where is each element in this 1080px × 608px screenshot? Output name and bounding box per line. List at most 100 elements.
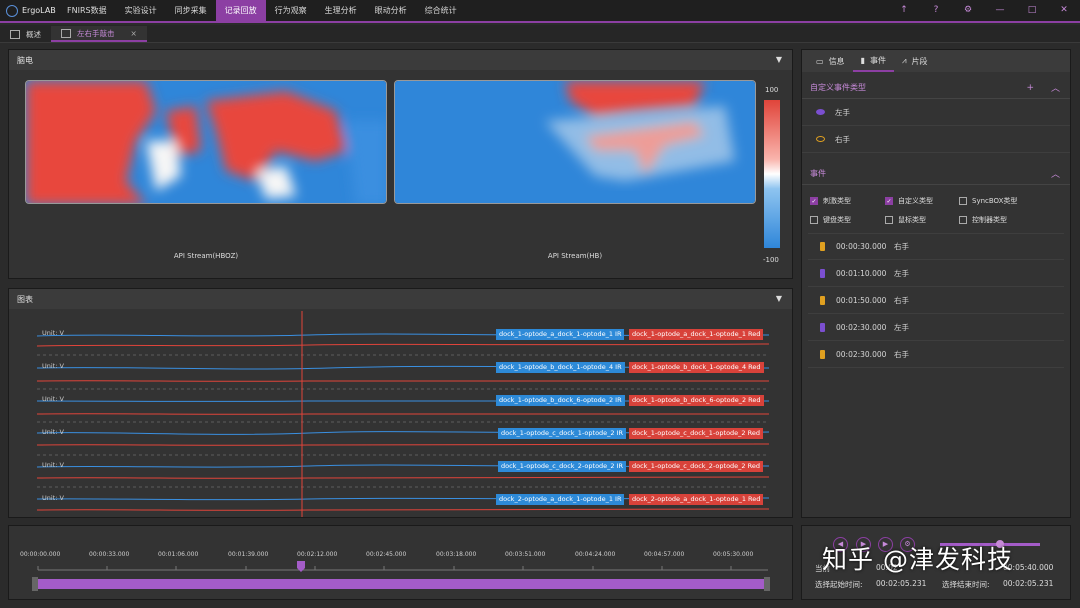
timeline-range-bar [36, 579, 766, 589]
event-marker-icon [820, 349, 825, 359]
add-icon[interactable]: + [1026, 83, 1034, 93]
checkbox-checked-icon[interactable]: ✓ [885, 197, 893, 205]
colorbar-max: 100 [765, 86, 779, 94]
selection-start-label: 选择起始时间: [815, 580, 863, 589]
series-label-ir: dock_1-optode_b_dock_1-optode_4 IR [496, 362, 625, 373]
menu-record-playback[interactable]: 记录回放 [215, 0, 266, 21]
filter-custom[interactable]: ✓ 自定义类型 [885, 196, 933, 206]
checkbox-icon[interactable] [959, 216, 967, 224]
settings-icon[interactable]: ⚙ [952, 0, 984, 21]
custom-type-left-hand[interactable]: 左手 [802, 99, 1070, 126]
monitor-icon: ▭ [816, 56, 824, 66]
filter-stimulus[interactable]: ✓ 刺激类型 [810, 196, 851, 206]
menu-physiology[interactable]: 生理分析 [316, 0, 366, 21]
event-row[interactable]: 00:00:30.000 右手 [808, 233, 1064, 260]
event-marker-icon [820, 322, 825, 332]
menu-behavior[interactable]: 行为观察 [266, 0, 316, 21]
filter-controller[interactable]: 控制器类型 [959, 215, 1007, 225]
custom-type-right-hand[interactable]: 右手 [802, 126, 1070, 153]
timeline-tick: 00:03:18.000 [436, 551, 477, 558]
colorbar-min: -100 [763, 256, 779, 264]
unit-label: Unit: V [42, 362, 64, 370]
series-label-ir: dock_1-optode_c_dock_2-optode_2 IR [498, 461, 627, 472]
event-marker-icon [820, 295, 825, 305]
menu-fnirs[interactable]: FNIRS数据 [58, 0, 116, 21]
heatmap-right-svg [395, 81, 755, 203]
unit-label: Unit: V [42, 461, 64, 469]
maximize-icon[interactable]: □ [1016, 0, 1048, 21]
events-header: 事件 ︿ [802, 163, 1070, 185]
watermark: 知乎 @津发科技 [822, 545, 1013, 574]
menu-sync-capture[interactable]: 同步采集 [166, 0, 216, 21]
event-label: 右手 [894, 349, 909, 359]
event-time: 00:00:30.000 [836, 242, 887, 251]
tab-overview[interactable]: 概述 [0, 26, 51, 42]
series-label-red: dock_1-optode_b_dock_1-optode_4 Red [629, 362, 764, 373]
series-label-red: dock_1-optode_a_dock_1-optode_1 Red [629, 329, 764, 340]
tab-info[interactable]: ▭ 信息 [808, 50, 853, 72]
range-handle-right [764, 577, 770, 591]
upload-icon[interactable]: ↑ [888, 0, 920, 21]
timeline-ruler [32, 561, 770, 591]
collapse-arrow-icon[interactable]: ▼ [776, 55, 782, 64]
close-icon[interactable]: ✕ [1048, 0, 1080, 21]
title-bar: ErgoLAB FNIRS数据 实验设计 同步采集 记录回放 行为观察 生理分析… [0, 0, 1080, 23]
menu-eye-tracking[interactable]: 眼动分析 [366, 0, 416, 21]
series-label-ir: dock_1-optode_c_dock_1-optode_2 IR [498, 428, 627, 439]
menu-experiment-design[interactable]: 实验设计 [116, 0, 166, 21]
series-label-ir: dock_1-optode_b_dock_6-optode_2 IR [496, 395, 625, 406]
eye-icon[interactable] [816, 109, 825, 115]
trace-red-3 [36, 413, 770, 415]
timeline-tick: 00:02:12.000 [297, 551, 338, 558]
collapse-arrow-icon[interactable]: ▼ [776, 294, 782, 303]
eeg-panel-title: 脑电 [17, 55, 33, 65]
event-label: 右手 [894, 242, 909, 251]
document-icon [10, 29, 20, 39]
trace-red-5 [36, 476, 770, 479]
chevron-up-icon[interactable]: ︿ [1051, 167, 1060, 180]
timeline-tick: 00:00:00.000 [20, 551, 61, 558]
eeg-panel: 脑电 ▼ API Stream(HBOZ) API Stream(HB) 100… [8, 49, 793, 279]
tab-label: 左右手敲击 [77, 28, 115, 38]
menu-statistics[interactable]: 综合统计 [416, 0, 466, 21]
selection-start-value: 00:02:05.231 [876, 579, 927, 588]
right-tabs: ▭ 信息 ▮ 事件 ⩘ 片段 [802, 50, 1070, 72]
event-time: 00:01:10.000 [836, 268, 887, 278]
filter-mouse[interactable]: 鼠标类型 [885, 215, 926, 225]
event-time: 00:01:50.000 [836, 295, 887, 305]
heatmap-left-svg [26, 81, 386, 203]
event-row[interactable]: 00:02:30.000 右手 [808, 341, 1064, 368]
tab-left-right-hand[interactable]: 左右手敲击 × [51, 26, 147, 42]
event-row[interactable]: 00:02:30.000 左手 [808, 314, 1064, 341]
series-label-red: dock_1-optode_c_dock_1-optode_2 Red [629, 428, 763, 439]
document-tabs: 概述 左右手敲击 × [0, 25, 1080, 43]
minimize-icon[interactable]: — [984, 0, 1016, 21]
tab-close-icon[interactable]: × [131, 29, 137, 38]
timeline-tick: 00:00:33.000 [89, 551, 130, 558]
custom-types-title: 自定义事件类型 [810, 83, 866, 92]
event-label: 右手 [894, 295, 909, 305]
checkbox-icon[interactable] [810, 216, 818, 224]
event-label: 左手 [894, 322, 909, 332]
signal-traces [36, 311, 770, 517]
timeline-tick: 00:05:30.000 [713, 551, 754, 558]
checkbox-checked-icon[interactable]: ✓ [810, 197, 818, 205]
tab-events[interactable]: ▮ 事件 [852, 50, 894, 72]
chevron-up-icon[interactable]: ︿ [1051, 81, 1060, 94]
eeg-panel-header: 脑电 ▼ [9, 50, 792, 70]
trace-red-1 [36, 343, 770, 347]
checkbox-icon[interactable] [885, 216, 893, 224]
eye-icon[interactable] [816, 136, 825, 142]
selection-end-label: 选择结束时间: [942, 580, 990, 589]
event-row[interactable]: 00:01:50.000 右手 [808, 287, 1064, 314]
unit-label: Unit: V [42, 494, 64, 502]
tab-segments[interactable]: ⩘ 片段 [894, 50, 936, 72]
heatmap-right-label: API Stream(HB) [547, 252, 603, 260]
checkbox-icon[interactable] [959, 197, 967, 205]
event-row[interactable]: 00:01:10.000 左手 [808, 260, 1064, 287]
event-time: 00:02:30.000 [836, 322, 887, 332]
filter-syncbox[interactable]: SyncBOX类型 [959, 196, 1017, 206]
series-label-red: dock_2-optode_a_dock_1-optode_1 Red [629, 494, 764, 505]
filter-keyboard[interactable]: 键盘类型 [810, 215, 851, 225]
help-icon[interactable]: ? [920, 0, 952, 21]
